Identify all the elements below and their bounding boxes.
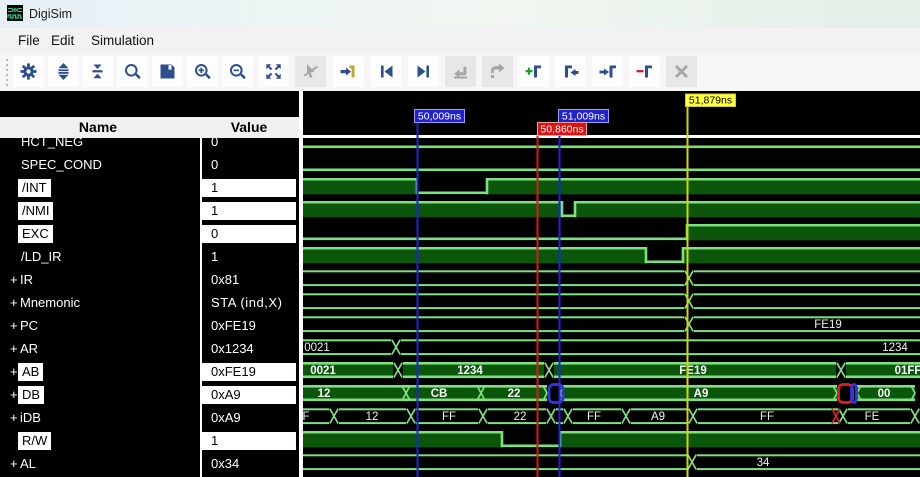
svg-text:CB: CB	[431, 388, 448, 400]
svg-text:50,009ns: 50,009ns	[418, 111, 461, 123]
svg-text:FF: FF	[760, 411, 774, 423]
svg-text:50,860ns: 50,860ns	[540, 124, 583, 136]
svg-text:FF: FF	[442, 411, 456, 423]
svg-text:51,009ns: 51,009ns	[562, 111, 605, 123]
svg-text:0021: 0021	[304, 342, 330, 354]
svg-text:A9: A9	[694, 388, 709, 400]
svg-text:0021: 0021	[310, 365, 336, 377]
svg-text:1234: 1234	[457, 365, 483, 377]
svg-text:34: 34	[757, 457, 770, 469]
svg-text:FF: FF	[587, 411, 601, 423]
svg-text:FE19: FE19	[814, 319, 842, 331]
svg-text:FE19: FE19	[679, 365, 707, 377]
svg-text:F: F	[303, 411, 310, 423]
svg-text:51,879ns: 51,879ns	[689, 95, 732, 107]
svg-text:FE: FE	[865, 411, 880, 423]
svg-text:12: 12	[318, 388, 331, 400]
svg-text:22: 22	[508, 388, 521, 400]
svg-text:01FF: 01FF	[895, 365, 920, 377]
svg-text:A9: A9	[651, 411, 665, 423]
svg-text:22: 22	[514, 411, 527, 423]
svg-text:12: 12	[366, 411, 379, 423]
svg-text:1234: 1234	[882, 342, 908, 354]
svg-text:00: 00	[878, 388, 891, 400]
